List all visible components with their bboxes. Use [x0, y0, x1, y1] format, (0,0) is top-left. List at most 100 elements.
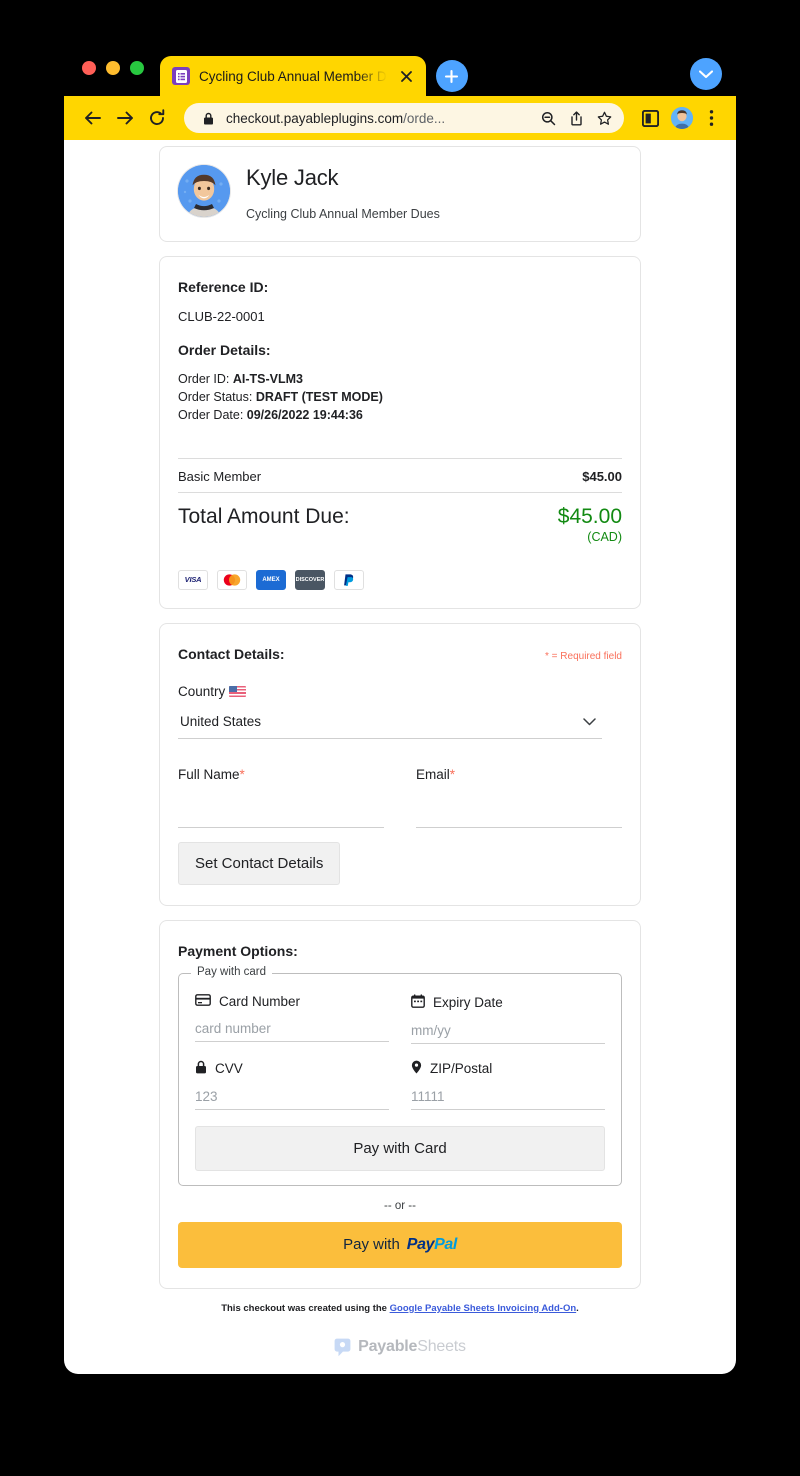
- page-title: Kyle Jack: [246, 165, 339, 190]
- paypal-icon: [334, 569, 364, 590]
- location-pin-icon: [411, 1060, 422, 1077]
- line-item-name: Basic Member: [178, 469, 262, 485]
- card-number-label: Card Number: [195, 994, 389, 1009]
- share-icon[interactable]: [566, 108, 586, 128]
- merchant-profile-card: Kyle Jack Cycling Club Annual Member Due…: [159, 146, 641, 242]
- side-panel-icon[interactable]: [637, 105, 663, 131]
- email-input[interactable]: [416, 808, 622, 828]
- country-select[interactable]: United States: [178, 709, 602, 739]
- payable-sheets-logo-text: PayableSheets: [358, 1338, 466, 1356]
- reference-id-heading: Reference ID:: [178, 279, 269, 295]
- maximize-window-button[interactable]: [130, 61, 144, 75]
- zip-label: ZIP/Postal: [411, 1060, 605, 1077]
- or-divider: -- or --: [384, 1199, 416, 1212]
- pay-with-paypal-button[interactable]: Pay with PayPal: [178, 1221, 622, 1268]
- profile-subtitle: Cycling Club Annual Member Dues: [246, 207, 440, 221]
- merchant-profile-text: Kyle Jack Cycling Club Annual Member Due…: [246, 165, 440, 221]
- browser-toolbar: checkout.payableplugins.com/orde...: [64, 96, 736, 140]
- browser-tab[interactable]: Cycling Club Annual Member D: [160, 56, 426, 96]
- order-date-value: 09/26/2022 19:44:36: [246, 408, 363, 423]
- contact-details-header: Contact Details: * = Required field: [178, 646, 622, 662]
- contact-details-heading: Contact Details:: [178, 645, 285, 662]
- contact-details-card: Contact Details: * = Required field Coun…: [159, 622, 641, 906]
- expiry-date-input[interactable]: mm/yy: [411, 1023, 605, 1044]
- discover-label: DISCOVER: [295, 576, 325, 583]
- mastercard-icon: [217, 569, 247, 590]
- url-path: /orde...: [403, 110, 446, 126]
- visa-label: VISA: [184, 575, 202, 585]
- zip-label-text: ZIP/Postal: [430, 1060, 493, 1076]
- footer-addon-link[interactable]: Google Payable Sheets Invoicing Add-On: [390, 1303, 577, 1314]
- card-number-label-text: Card Number: [219, 993, 301, 1009]
- calendar-icon: [411, 993, 425, 1011]
- order-details-heading: Order Details:: [178, 342, 271, 358]
- footer-text-before: This checkout was created using the: [221, 1302, 390, 1314]
- back-icon[interactable]: [78, 103, 108, 133]
- chevron-down-icon: [583, 713, 596, 731]
- close-window-button[interactable]: [82, 61, 96, 75]
- page-footer: This checkout was created using the Goog…: [159, 1303, 641, 1357]
- paypal-logo-pal: Pal: [434, 1235, 457, 1253]
- cvv-field: CVV 123: [195, 1060, 389, 1110]
- star-icon[interactable]: [594, 108, 614, 128]
- credit-card-icon: [195, 993, 211, 1009]
- card-row-1: Card Number card number Expiry Date mm/y…: [195, 994, 605, 1044]
- card-number-input[interactable]: card number: [195, 1021, 389, 1042]
- paypal-logo: PayPal: [407, 1235, 458, 1254]
- contact-fields-row: Full Name* Email*: [178, 767, 622, 828]
- new-tab-button[interactable]: [435, 60, 468, 92]
- three-dot-menu-icon[interactable]: [698, 105, 724, 131]
- browser-window: Cycling Club Annual Member D checkout.pa…: [64, 44, 736, 1374]
- tab-title: Cycling Club Annual Member D: [199, 68, 387, 84]
- checkout-page: Kyle Jack Cycling Club Annual Member Due…: [159, 140, 641, 1357]
- close-icon[interactable]: [398, 67, 416, 85]
- required-star: *: [239, 766, 245, 782]
- full-name-field: Full Name*: [178, 767, 384, 828]
- set-contact-details-button[interactable]: Set Contact Details: [178, 841, 341, 885]
- total-label: Total Amount Due:: [178, 505, 350, 529]
- payable-sheets-logo-mark: [334, 1338, 351, 1357]
- zoom-out-icon[interactable]: [538, 108, 558, 128]
- accepted-card-brands: VISA AMEX DISCOVER: [178, 569, 622, 590]
- required-field-note: * = Required field: [545, 650, 622, 662]
- payment-options-heading: Payment Options:: [178, 942, 298, 959]
- tab-search-button[interactable]: [690, 58, 722, 90]
- pay-with-card-legend: Pay with card: [191, 965, 273, 978]
- cvv-label-text: CVV: [215, 1060, 243, 1076]
- pay-with-card-button[interactable]: Pay with Card: [195, 1125, 605, 1171]
- profile-avatar-icon[interactable]: [671, 107, 693, 129]
- email-field: Email*: [416, 767, 622, 828]
- logo-word-sheets: Sheets: [417, 1338, 466, 1356]
- expiry-date-field: Expiry Date mm/yy: [411, 993, 605, 1044]
- total-row: Total Amount Due: $45.00 (CAD): [178, 493, 622, 543]
- cvv-label: CVV: [195, 1060, 389, 1077]
- cvv-input[interactable]: 123: [195, 1089, 389, 1110]
- line-item-amount: $45.00: [582, 469, 622, 485]
- zip-input[interactable]: 11111: [411, 1089, 605, 1110]
- tab-strip: Cycling Club Annual Member D: [64, 44, 736, 96]
- country-label-text: Country: [178, 683, 226, 699]
- lock-icon: [195, 1060, 207, 1077]
- minimize-window-button[interactable]: [106, 61, 120, 75]
- expiry-date-label-text: Expiry Date: [433, 994, 503, 1010]
- reload-icon[interactable]: [142, 103, 172, 133]
- card-row-2: CVV 123 ZIP/Postal 11111: [195, 1060, 605, 1110]
- full-name-input[interactable]: [178, 808, 384, 828]
- country-selected-value: United States: [180, 714, 262, 730]
- country-field: Country United States: [178, 684, 622, 739]
- logo-word-payable: Payable: [358, 1338, 418, 1356]
- zip-field: ZIP/Postal 11111: [411, 1060, 605, 1110]
- payable-sheets-logo: PayableSheets: [159, 1338, 641, 1357]
- order-date-label: Order Date:: [178, 408, 247, 423]
- address-bar[interactable]: checkout.payableplugins.com/orde...: [184, 103, 624, 133]
- page-viewport: Kyle Jack Cycling Club Annual Member Due…: [64, 140, 736, 1374]
- order-id-value: AI-TS-VLM3: [232, 372, 304, 386]
- email-label: Email*: [416, 767, 622, 782]
- forward-icon[interactable]: [110, 103, 140, 133]
- pay-with-card-fieldset: Pay with card Card Number card number Ex…: [178, 965, 622, 1186]
- discover-icon: DISCOVER: [295, 569, 325, 590]
- order-status-label: Order Status:: [178, 390, 256, 405]
- us-flag-icon: [229, 685, 247, 697]
- paypal-button-prefix: Pay with: [343, 1236, 400, 1254]
- amex-icon: AMEX: [256, 569, 286, 590]
